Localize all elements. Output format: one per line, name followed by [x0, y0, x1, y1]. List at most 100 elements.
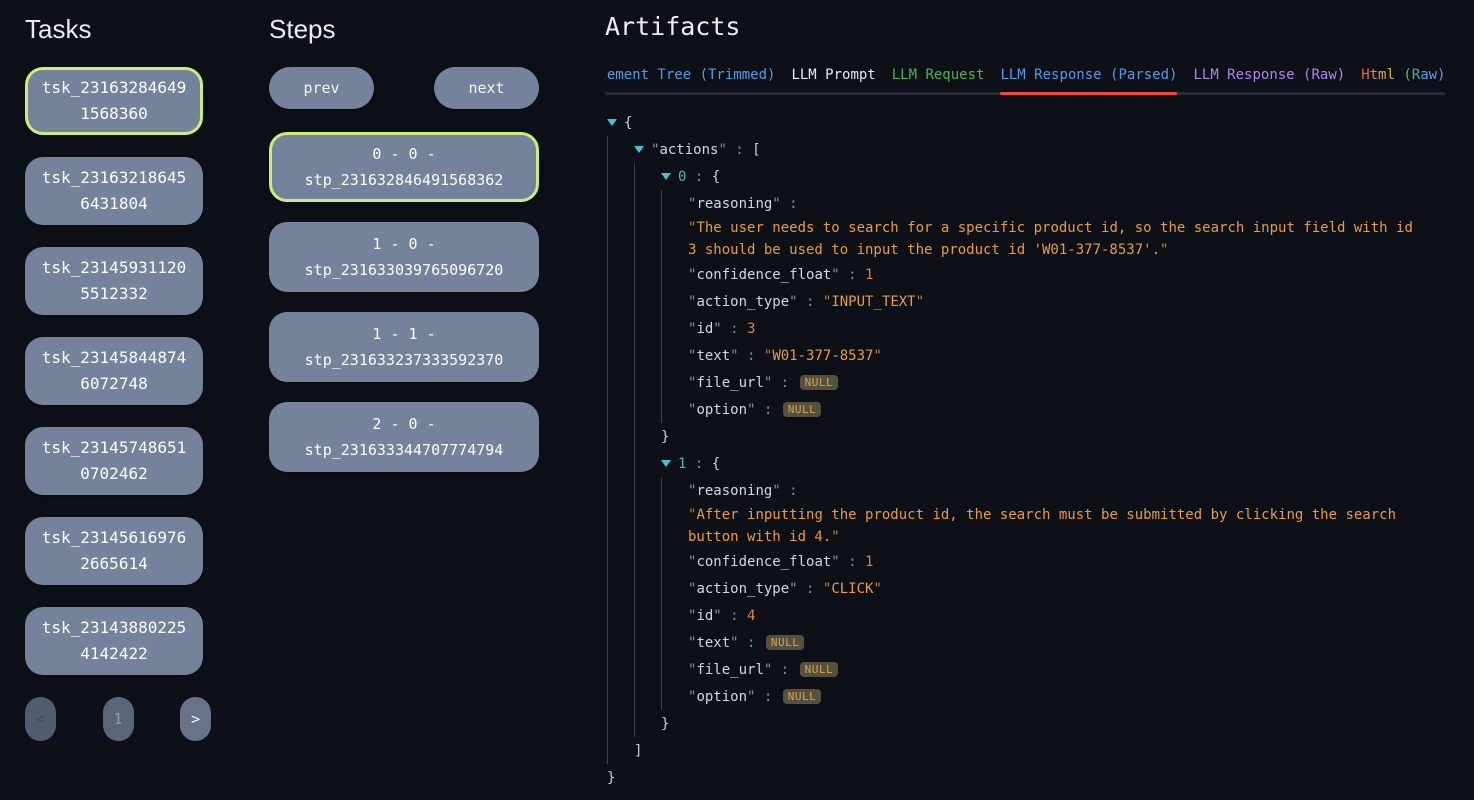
json-dim-segment: :	[686, 456, 711, 472]
artifact-tab[interactable]: LLM Response (Raw)	[1193, 67, 1345, 83]
indent-guide	[607, 423, 634, 450]
step-button[interactable]: 0 - 0 - stp_231632846491568362	[269, 132, 539, 202]
json-dim-segment: "	[688, 554, 696, 570]
json-key-segment: actions	[659, 142, 718, 158]
json-tree-line: 1 : {	[607, 450, 1445, 477]
json-tree-line: "file_url" : NULL	[607, 656, 1445, 683]
json-dim-segment: " :	[789, 294, 823, 310]
task-id-label: tsk_231632186456431804	[38, 165, 190, 217]
json-dim-segment: " :	[772, 483, 797, 499]
artifact-tab[interactable]: LLM Request	[892, 67, 985, 83]
collapse-triangle-icon[interactable]	[607, 119, 617, 126]
json-strq-segment: "	[688, 220, 696, 236]
tasks-panel: Tasks tsk_231632846491568360tsk_23163218…	[25, 14, 203, 741]
collapse-triangle-icon[interactable]	[661, 173, 671, 180]
json-strq-segment: "	[764, 348, 772, 364]
task-button[interactable]: tsk_231459311205512332	[25, 247, 203, 315]
json-tree-line: "actions" : [	[607, 136, 1445, 163]
step-id-label: 0 - 0 - stp_231632846491568362	[286, 141, 522, 193]
indent-guide	[661, 656, 688, 683]
json-tree-line: "reasoning" :	[607, 477, 1445, 504]
steps-title: Steps	[269, 14, 539, 45]
json-tree-line: "reasoning" :	[607, 190, 1445, 217]
json-punct-segment: }	[661, 716, 669, 732]
indent-guide	[661, 239, 688, 261]
indent-guide	[607, 261, 634, 288]
indent-guide	[634, 683, 661, 710]
task-button[interactable]: tsk_231456169762665614	[25, 517, 203, 585]
indent-guide	[607, 239, 634, 261]
json-tree-line: }	[607, 764, 1445, 791]
indent-guide	[661, 342, 688, 369]
indent-guide	[634, 602, 661, 629]
task-button[interactable]: tsk_231632846491568360	[25, 67, 203, 135]
json-tree-line: "action_type" : "CLICK"	[607, 575, 1445, 602]
json-key-segment: confidence_float	[696, 554, 831, 570]
json-strq-segment: "	[1160, 242, 1168, 258]
json-dim-segment: " :	[764, 662, 798, 678]
json-tree-line: "After inputting the product id, the sea…	[607, 504, 1445, 526]
pagination-prev-button[interactable]: <	[25, 697, 56, 741]
indent-guide	[661, 683, 688, 710]
task-button[interactable]: tsk_231457486510702462	[25, 427, 203, 495]
step-list: 0 - 0 - stp_231632846491568362 1 - 0 - st…	[269, 132, 539, 472]
indent-guide	[607, 396, 634, 423]
json-dim-segment: "	[688, 375, 696, 391]
indent-guide	[661, 190, 688, 217]
json-dim-segment: " :	[730, 635, 764, 651]
json-str-segment: W01-377-8537	[772, 348, 873, 364]
artifact-tab[interactable]: LLM Prompt	[791, 67, 875, 83]
indent-guide	[607, 575, 634, 602]
collapse-triangle-icon[interactable]	[634, 146, 644, 153]
pagination-page-1-button[interactable]: 1	[103, 697, 134, 741]
json-punct-segment: ]	[634, 743, 642, 759]
indent-guide	[634, 288, 661, 315]
artifact-tab[interactable]: LLM Response (Parsed)	[1000, 67, 1177, 83]
indent-guide	[661, 629, 688, 656]
next-step-button[interactable]: next	[434, 67, 539, 109]
json-tree-line: "The user needs to search for a specific…	[607, 217, 1445, 239]
collapse-triangle-icon[interactable]	[661, 460, 671, 467]
json-dim-segment: " :	[713, 321, 747, 337]
indent-guide	[607, 737, 634, 764]
indent-guide	[634, 423, 661, 450]
task-button[interactable]: tsk_231632186456431804	[25, 157, 203, 225]
json-dim-segment: " :	[718, 142, 752, 158]
artifact-tab-bar: Element Tree (Trimmed) LLM Prompt LLM Requ…	[605, 67, 1445, 95]
json-str-segment: button with id 4.	[688, 529, 831, 545]
indent-guide	[661, 575, 688, 602]
json-key-segment: id	[696, 321, 713, 337]
json-tree-line: "file_url" : NULL	[607, 369, 1445, 396]
json-tree-line: "text" : NULL	[607, 629, 1445, 656]
indent-guide	[634, 575, 661, 602]
pagination-next-button[interactable]: >	[180, 697, 211, 741]
task-id-label: tsk_231458448746072748	[38, 345, 190, 397]
task-button[interactable]: tsk_231458448746072748	[25, 337, 203, 405]
json-key-segment: text	[696, 348, 730, 364]
json-dim-segment: " :	[831, 554, 865, 570]
step-button[interactable]: 1 - 1 - stp_231633237333592370	[269, 312, 539, 382]
step-button[interactable]: 2 - 0 - stp_231633344707774794	[269, 402, 539, 472]
json-dim-segment: "	[688, 608, 696, 624]
json-dim-segment: " :	[747, 402, 781, 418]
indent-guide	[607, 450, 634, 477]
indent-guide	[661, 261, 688, 288]
task-button[interactable]: tsk_231438802254142422	[25, 607, 203, 675]
indent-guide	[607, 629, 634, 656]
artifact-tab[interactable]: Html (Raw)	[1361, 67, 1445, 83]
json-dim-segment: "	[688, 267, 696, 283]
indent-guide	[607, 190, 634, 217]
indent-guide	[634, 548, 661, 575]
json-strq-segment: "	[873, 348, 881, 364]
json-punct-segment: {	[624, 115, 632, 131]
json-tree-line: "confidence_float" : 1	[607, 548, 1445, 575]
indent-guide	[661, 315, 688, 342]
json-punct-segment: [	[752, 142, 760, 158]
indent-guide	[634, 163, 661, 190]
artifact-tab[interactable]: Element Tree (Trimmed)	[605, 67, 775, 83]
step-button[interactable]: 1 - 0 - stp_231633039765096720	[269, 222, 539, 292]
prev-step-button[interactable]: prev	[269, 67, 374, 109]
json-num-segment: 3	[747, 321, 755, 337]
indent-guide	[634, 477, 661, 504]
step-id-label: 1 - 1 - stp_231633237333592370	[286, 321, 522, 373]
